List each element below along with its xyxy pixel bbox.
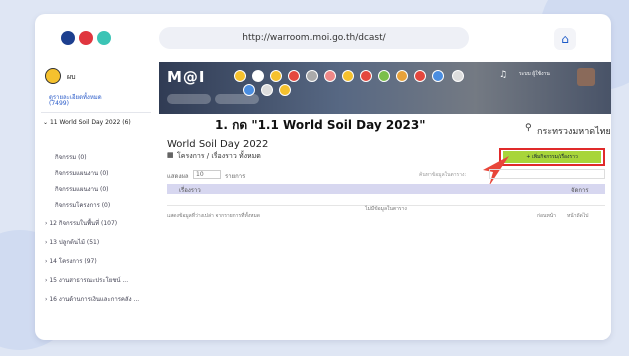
nav-icon[interactable] <box>452 70 464 82</box>
instruction-annotation: 1. กด "1.1 World Soil Day 2023" <box>215 118 426 132</box>
window-dot-blue[interactable] <box>61 31 75 45</box>
nav-icon[interactable] <box>396 70 408 82</box>
nav-icon[interactable] <box>252 70 264 82</box>
location-pin-icon: ⚲ <box>525 123 532 133</box>
column-header-manage[interactable]: จัดการ <box>571 185 589 195</box>
sidebar-item[interactable]: › 16 งานด้านการเงินและการคลัง ... <box>45 294 139 304</box>
user-name: ผบ <box>67 73 76 81</box>
url-bar[interactable]: http://warroom.moi.go.th/dcast/ <box>159 27 469 49</box>
page-title: World Soil Day 2022 <box>167 139 269 150</box>
nav-icon[interactable] <box>279 84 291 96</box>
pager-prev[interactable]: ก่อนหน้า <box>537 212 556 220</box>
sidebar-item[interactable]: › 14 โครงการ (97) <box>45 256 97 266</box>
sidebar-item-count: (6) <box>122 119 131 126</box>
nav-icon[interactable] <box>261 84 273 96</box>
moi-logo[interactable]: M@I <box>167 68 206 86</box>
nav-chip[interactable] <box>167 94 211 104</box>
rows-suffix: รายการ <box>225 173 246 180</box>
nav-icon[interactable] <box>378 70 390 82</box>
browser-bar: http://warroom.moi.go.th/dcast/ ⌂ <box>35 14 611 62</box>
content-card: ⚲ กระทรวงมหาดไทย World Soil Day 2022 ▦ โ… <box>159 123 611 340</box>
table-info: แสดงข้อมูลที่ว่างเปล่า จากรายการที่ทั้งห… <box>167 213 261 219</box>
search-input[interactable] <box>489 169 605 179</box>
nav-icon[interactable] <box>243 84 255 96</box>
pager-next[interactable]: หน้าถัดไป <box>567 212 588 220</box>
window-dot-teal[interactable] <box>97 31 111 45</box>
nav-icon[interactable] <box>324 70 336 82</box>
nav-icon[interactable] <box>306 70 318 82</box>
sidebar-item-label: 14 โครงการ (97) <box>49 258 97 265</box>
sub-item[interactable]: กิจกรรมแผนงาน (0) <box>55 184 108 194</box>
divider <box>41 112 151 113</box>
ministry-label: กระทรวงมหาดไทย <box>537 127 611 137</box>
window-dot-red[interactable] <box>79 31 93 45</box>
sidebar-item-active[interactable]: ⌄ 11 World Soil Day 2022 (6) <box>43 119 131 126</box>
table-header-row: เรื่องราว จัดการ <box>167 184 605 194</box>
empty-message: ไม่มีข้อมูลในตาราง <box>365 206 407 212</box>
sidebar-item-label: 13 ปลูกต้นไม้ (51) <box>49 239 100 246</box>
add-story-button[interactable]: + เพิ่มกิจกรรม/เรื่องราว <box>503 151 601 163</box>
rows-label: แสดงผล <box>167 173 189 180</box>
sidebar-item[interactable]: › 13 ปลูกต้นไม้ (51) <box>45 237 99 247</box>
sidebar-item-label: 16 งานด้านการเงินและการคลัง ... <box>49 296 140 303</box>
nav-icon[interactable] <box>342 70 354 82</box>
sub-item[interactable]: กิจกรรมโครงการ (0) <box>55 200 110 210</box>
nav-icon[interactable] <box>432 70 444 82</box>
sidebar: ผบ ดูรายละเอียดทั้งหมด (7499) ⌄ 11 World… <box>35 62 157 340</box>
account-avatar[interactable] <box>577 68 595 86</box>
home-icon: ⌂ <box>561 32 569 46</box>
log-count: (7499) <box>49 100 69 107</box>
sub-item[interactable]: กิจกรรม (0) <box>55 152 87 162</box>
chevron-down-icon: ⌄ <box>43 119 49 126</box>
nav-chip[interactable] <box>215 94 259 104</box>
sidebar-item-label: 15 งานสาธารณะประโยชน์ ... <box>49 277 129 284</box>
sidebar-item[interactable]: › 12 กิจกรรมในพื้นที่ (107) <box>45 218 117 228</box>
search-label: ค้นหาข้อมูลในตาราง: <box>419 172 467 178</box>
rows-select[interactable]: 10 <box>193 170 221 179</box>
nav-icon[interactable] <box>270 70 282 82</box>
sidebar-item[interactable]: › 15 งานสาธารณะประโยชน์ ... <box>45 275 128 285</box>
nav-icon[interactable] <box>288 70 300 82</box>
bell-icon[interactable]: ♫ <box>499 70 507 80</box>
sub-item[interactable]: กิจกรรมแผนงาน (0) <box>55 168 108 178</box>
folder-icon: ▦ <box>167 151 174 159</box>
top-navbar: M@I ♫ ระบบ ผู้ใช้งาน <box>159 62 611 114</box>
column-header-story[interactable]: เรื่องราว <box>179 185 201 195</box>
avatar[interactable] <box>45 68 61 84</box>
nav-icon[interactable] <box>414 70 426 82</box>
browser-window: http://warroom.moi.go.th/dcast/ ⌂ ผบ ดูร… <box>35 14 611 340</box>
nav-icon[interactable] <box>234 70 246 82</box>
account-label[interactable]: ระบบ ผู้ใช้งาน <box>519 70 550 78</box>
table-empty-row: ไม่มีข้อมูลในตาราง <box>167 195 605 212</box>
home-button[interactable]: ⌂ <box>554 28 576 50</box>
sidebar-item-label: 12 กิจกรรมในพื้นที่ (107) <box>49 220 118 227</box>
sidebar-item-label: 11 World Soil Day 2022 <box>49 119 121 126</box>
main-panel: M@I ♫ ระบบ ผู้ใช้งาน ⚲ กระทรวงมหาดไทย Wo… <box>159 62 611 340</box>
nav-icon[interactable] <box>360 70 372 82</box>
breadcrumb: โครงการ / เรื่องราว ทั้งหมด <box>177 152 261 160</box>
